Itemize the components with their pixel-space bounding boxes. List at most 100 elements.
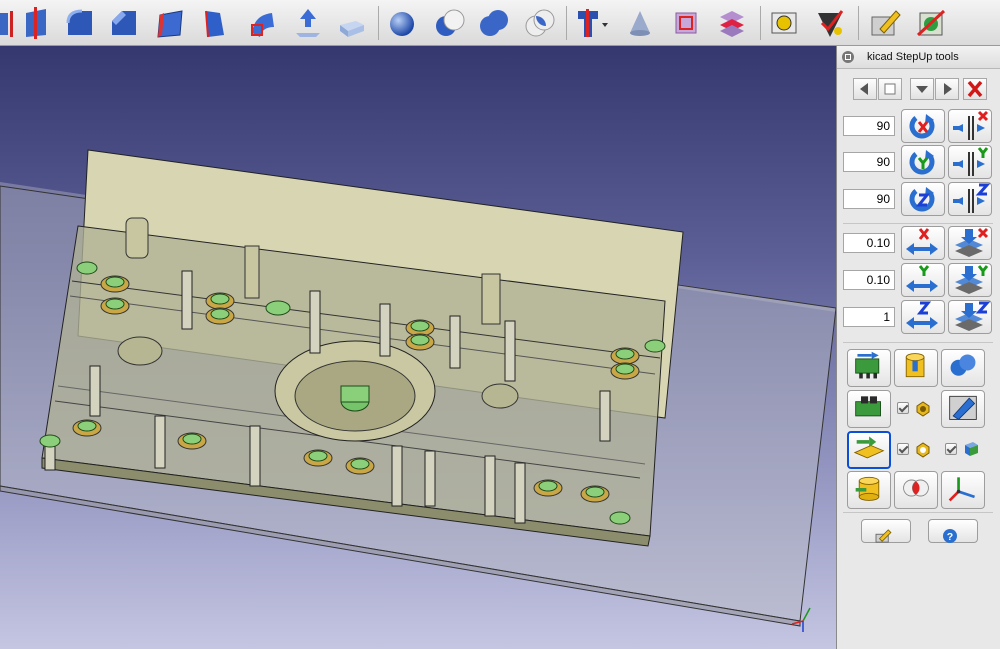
extrude-icon[interactable] xyxy=(290,5,326,41)
section-icon[interactable] xyxy=(18,5,54,41)
separator xyxy=(843,512,993,513)
panel-title: kicad StepUp tools xyxy=(867,51,959,63)
place-y-button[interactable] xyxy=(948,263,992,297)
load-kicad-board-button[interactable] xyxy=(847,349,891,387)
previous-button[interactable] xyxy=(853,78,877,100)
export-step-button[interactable] xyxy=(894,349,938,387)
sphere-icon[interactable] xyxy=(384,5,420,41)
align-z-button[interactable] xyxy=(948,182,992,216)
board-load-icon xyxy=(855,351,880,379)
loft-icon[interactable] xyxy=(244,5,280,41)
boolean-intersect-icon[interactable] xyxy=(522,5,558,41)
rotate-z-icon xyxy=(909,187,935,212)
toolbar-separator xyxy=(378,6,379,40)
reference-axes-button[interactable] xyxy=(941,471,985,509)
measure-icon[interactable] xyxy=(766,5,802,41)
move-z-button[interactable] xyxy=(901,300,945,334)
intersection-icon xyxy=(903,479,929,497)
rotate-z-angle-field[interactable]: 90 xyxy=(843,189,895,209)
sketch-edit-icon[interactable] xyxy=(866,5,902,41)
rotate-y-angle-field[interactable]: 90 xyxy=(843,152,895,172)
boolean-cut-icon[interactable] xyxy=(432,5,468,41)
intersection-button[interactable] xyxy=(894,471,938,509)
option-checkbox-3[interactable] xyxy=(945,443,957,455)
place-y-icon xyxy=(955,265,989,294)
ruled-surface-icon[interactable] xyxy=(196,5,232,41)
push-pcb-button[interactable] xyxy=(847,390,891,428)
fillet-icon[interactable] xyxy=(62,5,98,41)
arrow-left-icon xyxy=(860,83,868,95)
rotate-x-icon xyxy=(909,114,935,139)
option-checkbox-2[interactable] xyxy=(897,443,909,455)
box-icon[interactable] xyxy=(334,5,370,41)
panel-header: kicad StepUp tools xyxy=(837,46,1000,69)
hide-icon[interactable] xyxy=(912,5,948,41)
place-z-icon xyxy=(955,301,991,331)
close-button[interactable] xyxy=(963,78,987,100)
separator xyxy=(843,342,993,343)
face-icon[interactable] xyxy=(152,5,188,41)
svg-text:?: ? xyxy=(947,531,953,543)
align-x-button[interactable] xyxy=(948,109,992,143)
collision-icon xyxy=(950,354,976,376)
translate-y-step-field[interactable]: 0.10 xyxy=(843,270,895,290)
sketch-export-icon xyxy=(853,436,885,459)
nut-icon xyxy=(913,439,933,459)
toolbar-separator xyxy=(760,6,761,40)
square-icon xyxy=(884,83,896,95)
sketch-to-board-button[interactable] xyxy=(847,431,891,469)
stepup-tools-panel: kicad StepUp tools 90 90 90 0.10 0.10 1 … xyxy=(836,46,1000,649)
part-view-button[interactable] xyxy=(941,390,985,428)
place-x-icon xyxy=(955,227,989,257)
cone-icon[interactable] xyxy=(622,5,658,41)
stop-button[interactable] xyxy=(878,78,902,100)
close-icon xyxy=(967,80,983,98)
rotate-z-button[interactable] xyxy=(901,182,945,216)
rotate-x-button[interactable] xyxy=(901,109,945,143)
help-button[interactable]: ? xyxy=(928,519,978,543)
3d-model-view[interactable] xyxy=(0,46,836,649)
place-x-button[interactable] xyxy=(948,226,992,260)
cube-icon xyxy=(961,439,981,459)
pencil-icon xyxy=(875,529,892,543)
boolean-union-icon[interactable] xyxy=(476,5,512,41)
rotate-y-icon xyxy=(909,150,935,175)
slices-icon[interactable] xyxy=(714,5,750,41)
cross-section-icon[interactable] xyxy=(668,5,704,41)
move-x-button[interactable] xyxy=(901,226,945,260)
float-panel-button[interactable] xyxy=(842,51,854,63)
move-z-icon xyxy=(906,301,938,329)
place-z-button[interactable] xyxy=(948,300,992,334)
move-x-icon xyxy=(906,228,938,255)
arrow-right-icon xyxy=(944,83,952,95)
push-pcb-icon xyxy=(855,396,882,417)
move-y-icon xyxy=(906,265,938,292)
translate-z-step-field[interactable]: 1 xyxy=(843,307,895,327)
checker-icon[interactable] xyxy=(812,5,848,41)
align-y-button[interactable] xyxy=(948,145,992,179)
toolbar-separator xyxy=(858,6,859,40)
chamfer-icon[interactable] xyxy=(106,5,142,41)
separator xyxy=(843,223,993,224)
bolt-icon xyxy=(913,398,933,418)
part-design-icon[interactable] xyxy=(574,5,610,41)
help-icon: ? xyxy=(943,529,957,543)
3d-viewport[interactable] xyxy=(0,46,836,649)
align-z-icon xyxy=(953,183,991,213)
dropdown-button[interactable] xyxy=(910,78,934,100)
rotate-y-button[interactable] xyxy=(901,145,945,179)
edit-settings-button[interactable] xyxy=(861,519,911,543)
option-checkbox-1[interactable] xyxy=(897,402,909,414)
arrow-down-icon xyxy=(916,86,928,93)
next-button[interactable] xyxy=(935,78,959,100)
bounding-box-icon xyxy=(949,395,977,421)
export-3d-button[interactable] xyxy=(847,471,891,509)
move-y-button[interactable] xyxy=(901,263,945,297)
axes-icon xyxy=(948,477,975,502)
align-x-icon xyxy=(953,110,989,140)
translate-x-step-field[interactable]: 0.10 xyxy=(843,233,895,253)
toolbar-separator xyxy=(566,6,567,40)
align-y-icon xyxy=(953,147,989,176)
rotate-x-angle-field[interactable]: 90 xyxy=(843,116,895,136)
collisions-button[interactable] xyxy=(941,349,985,387)
